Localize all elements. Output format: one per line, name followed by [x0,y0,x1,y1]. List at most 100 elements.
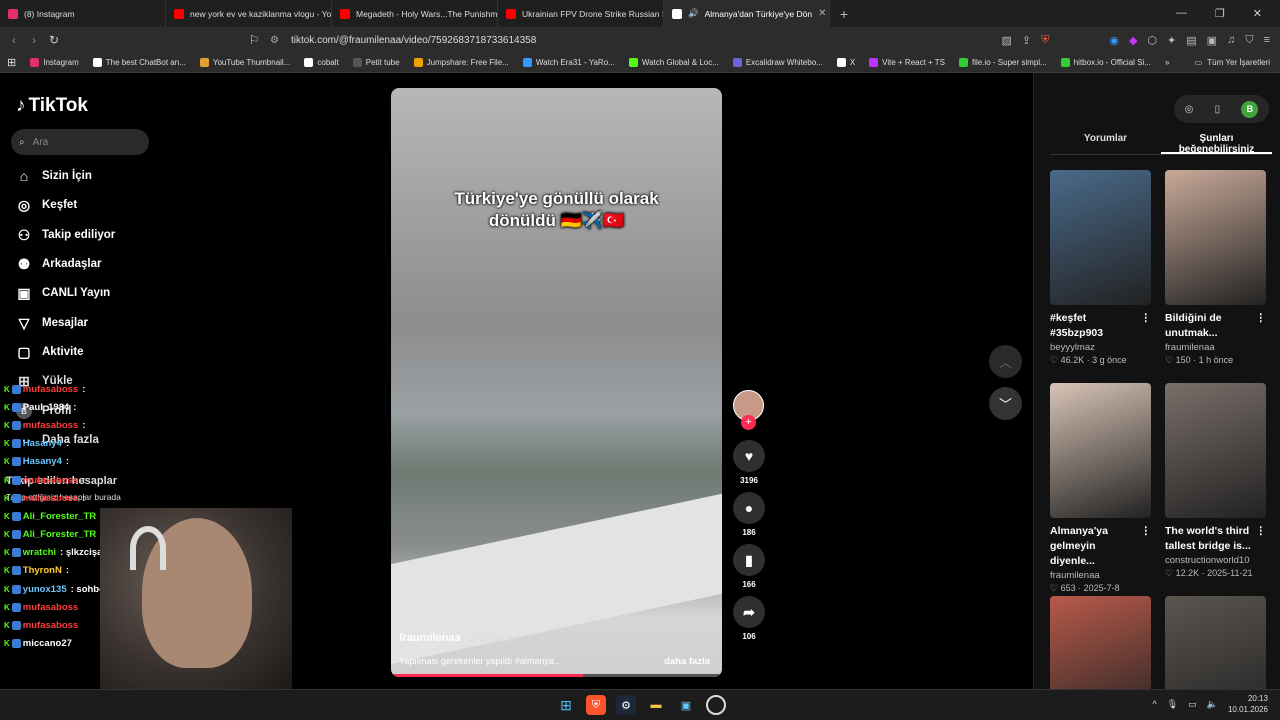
more-options-icon[interactable]: ⋮ [1256,311,1267,341]
user-avatar[interactable]: B [1241,100,1259,118]
chat-username: Paul_1984 [22,401,70,413]
suggested-video-card[interactable]: Bildiğini de unutmak... ⋮ fraumilenaa ♡ 150 … [1165,170,1266,366]
volume-icon[interactable]: 🔈 [1207,699,1218,710]
store-icon[interactable]: ▣ [676,695,696,715]
microphone-icon[interactable]: 🎙 [1167,699,1178,710]
previous-video-button[interactable]: ︿ [989,345,1022,378]
tab-tiktok-active[interactable]: 🔊 Almanya'dan Türkiye'ye Dön ✕ [664,0,830,27]
url-field[interactable]: ⚙ tiktok.com/@fraumilenaa/video/75926837… [270,27,536,53]
bookmark-item[interactable]: file.io - Super simpl... [952,58,1054,67]
share-icon[interactable]: ⇪ [1022,34,1031,47]
start-icon[interactable]: ⊞ [556,695,576,715]
more-options-icon[interactable]: ⋮ [1256,524,1267,554]
video-progress-bar[interactable] [391,674,722,677]
tab-comments[interactable]: Yorumlar [1050,133,1161,154]
share-button[interactable]: ➦ 106 [731,596,767,641]
extensions-icon[interactable]: ✦ [1167,34,1176,47]
sidebar-toggle-icon[interactable]: ▤ [1186,34,1196,47]
nav-explore[interactable]: ◎ Keşfet [16,197,77,213]
bookmark-item[interactable]: Excalidraw Whitebo... [726,58,830,67]
video-thumbnail[interactable] [1050,170,1151,305]
new-tab-button[interactable]: + [830,6,858,22]
suggested-video-card[interactable]: The world's third tallest bridge is... ⋮ co… [1165,383,1266,579]
caption-more-button[interactable]: daha fazla [664,656,710,667]
comment-button[interactable]: ● 186 [731,492,767,537]
suggested-video-card[interactable]: Almanya'ya gelmeyin diyenle... ⋮ fraumilena… [1050,383,1151,594]
obs-icon[interactable] [706,695,726,715]
nav-for-you[interactable]: ⌂ Sizin İçin [16,168,92,184]
search-input[interactable]: ⌕ Ara [11,129,149,155]
card-author[interactable]: beyyylmaz [1050,342,1151,353]
nav-messages[interactable]: ▽ Mesajlar [16,315,88,331]
music-icon[interactable]: ♫ [1227,34,1235,46]
menu-icon[interactable]: ≡ [1264,34,1270,46]
card-author[interactable]: fraumilenaa [1050,570,1151,581]
bookmark-item[interactable]: YouTube Thumbnail... [193,58,298,67]
tab-youtube-1[interactable]: new york ev ve kaziklanma vlogu - Yo [166,0,332,27]
tab-suggested[interactable]: Şunları beğenebilirsiniz [1161,133,1272,155]
suggested-video-card[interactable]: #keşfet #35bzp903 ⋮ beyyylmaz ♡ 46.2K · 3 g … [1050,170,1151,366]
bookmark-item[interactable]: The best ChatBot an... [86,58,193,67]
save-button[interactable]: ▮ 166 [731,544,767,589]
tab-instagram[interactable]: (8) Instagram [0,0,166,27]
back-icon[interactable]: ‹ [4,33,24,47]
bookmark-item[interactable]: X [830,58,862,67]
extension-2-icon[interactable]: ◆ [1129,34,1137,47]
tab-youtube-2[interactable]: Megadeth - Holy Wars...The Punishm [332,0,498,27]
bookmark-item[interactable]: Jumpshare: Free File... [407,58,516,67]
close-window-icon[interactable]: ✕ [1253,7,1262,20]
reload-icon[interactable]: ↻ [44,33,64,47]
apps-icon[interactable]: ⊞ [0,56,23,69]
bookmark-item[interactable]: Instagram [23,58,86,67]
bookmark-item[interactable]: Petit tube [346,58,407,67]
site-settings-icon[interactable]: ⚙ [270,35,279,46]
phone-icon[interactable]: ▯ [1215,104,1221,115]
nav-activity[interactable]: ▢ Aktivite [16,343,83,360]
video-player[interactable]: Türkiye'ye gönüllü olarak dönüldü 🇩🇪✈️🇹🇷 … [391,88,722,677]
video-thumbnail[interactable] [1165,170,1266,305]
compass-icon[interactable]: ◎ [1185,104,1194,115]
bookmark-favicon-icon [304,58,314,67]
bookmark-item[interactable]: Watch Global & Loc... [622,58,726,67]
media-icon[interactable]: ▧ [1001,34,1011,47]
bookmark-item[interactable]: Watch Era31 - YaRo... [516,58,622,67]
extension-1-icon[interactable]: ◉ [1109,34,1119,47]
video-author[interactable]: fraumilenaa · 2 g önce [399,632,513,644]
bookmark-item[interactable]: Vite + React + TS [862,58,952,67]
minimize-icon[interactable]: — [1176,7,1187,20]
bookmark-item[interactable]: hitbox.io - Official Si... [1054,58,1158,67]
follow-plus-icon[interactable]: + [741,415,756,430]
close-tab-icon[interactable]: ✕ [818,8,826,19]
vpn-icon[interactable]: ⛉ [1245,34,1253,47]
nav-live[interactable]: ▣ CANLI Yayın [16,285,110,301]
brave-shield-icon[interactable]: ⛨ [1041,34,1049,47]
like-button[interactable]: ♥ 3196 [731,440,767,485]
bookmark-item[interactable]: cobalt [297,58,345,67]
tiktok-logo[interactable]: ♪ TikTok [16,95,88,117]
card-author[interactable]: constructionworld10 [1165,555,1266,566]
card-author[interactable]: fraumilenaa [1165,342,1266,353]
forward-icon[interactable]: › [24,33,44,47]
more-options-icon[interactable]: ⋮ [1141,311,1152,341]
all-bookmarks-folder[interactable]: ▭ Tüm Yer İşaretleri [1195,58,1270,67]
extension-3-icon[interactable]: ⬡ [1147,34,1157,47]
folder-icon[interactable]: ▬ [646,695,666,715]
video-thumbnail[interactable] [1050,383,1151,518]
clock[interactable]: 20:13 10.01.2026 [1228,693,1268,715]
nav-friends[interactable]: ⚉ Arkadaşlar [16,256,102,272]
brave-icon[interactable]: ⛨ [586,695,606,715]
tab-youtube-3[interactable]: Ukrainian FPV Drone Strike Russian S [498,0,664,27]
more-bookmarks-icon[interactable]: » [1158,58,1176,67]
activity-icon: ▢ [17,343,31,360]
video-thumbnail[interactable] [1165,383,1266,518]
next-video-button[interactable]: ﹀ [989,387,1022,420]
bookmark-page-icon[interactable]: ⚐ [244,33,264,47]
bookmark-favicon-icon [836,58,846,67]
network-icon[interactable]: ▭ [1188,699,1197,710]
tray-chevron-icon[interactable]: ^ [1153,699,1157,709]
maximize-icon[interactable]: ❐ [1215,7,1225,20]
more-options-icon[interactable]: ⋮ [1141,524,1152,569]
wallet-icon[interactable]: ▣ [1207,34,1217,47]
nav-following[interactable]: ⚇ Takip ediliyor [16,227,116,243]
steam-icon[interactable]: ⚙ [616,695,636,715]
